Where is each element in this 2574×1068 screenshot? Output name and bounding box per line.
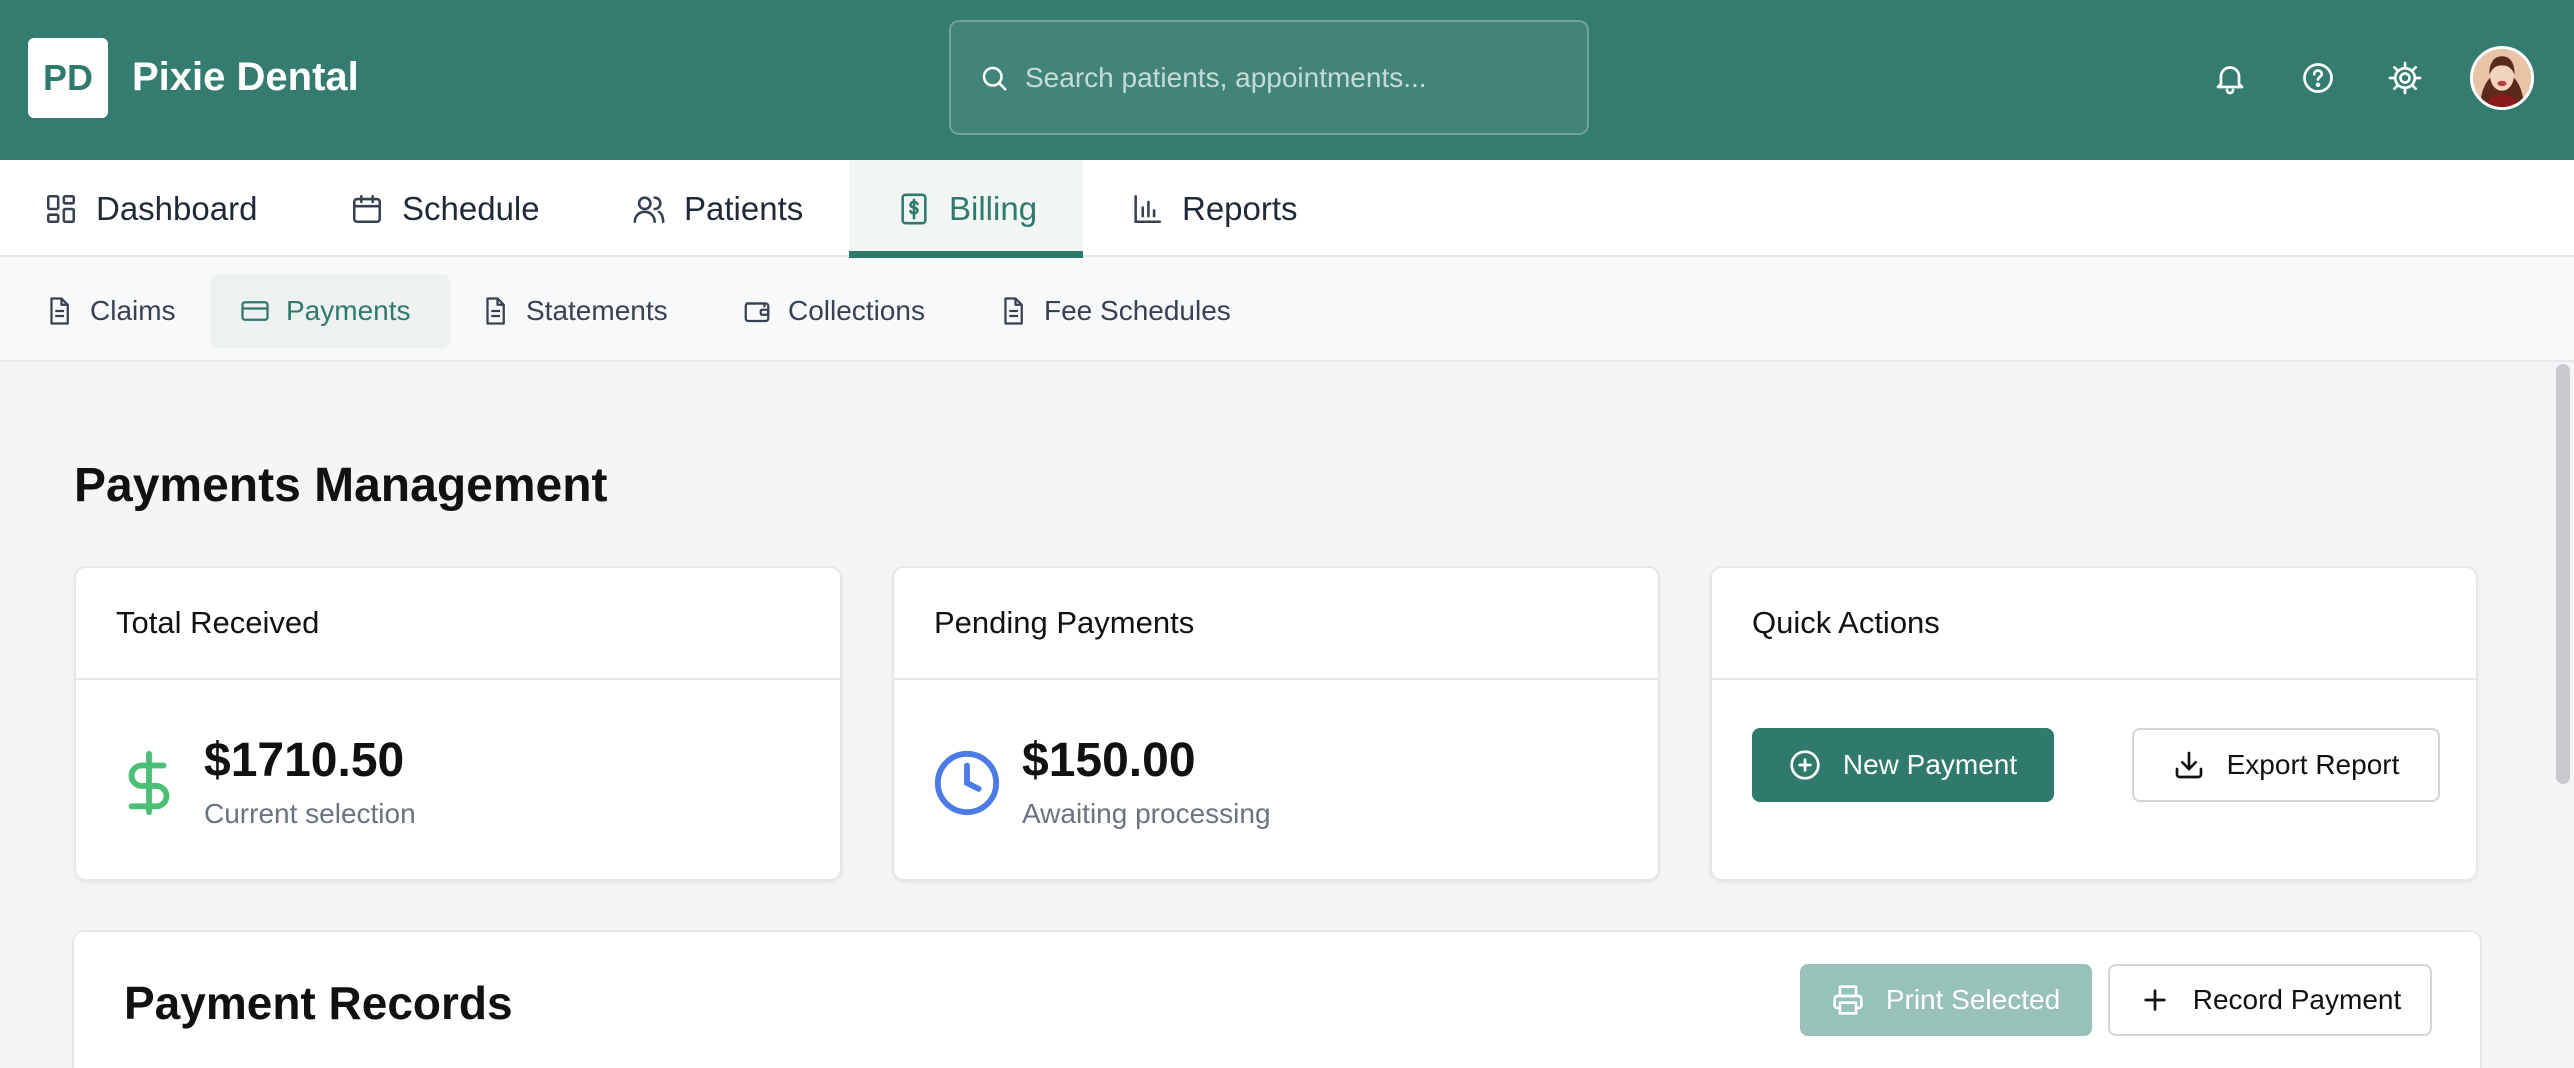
pending-payments-card: Pending Payments $150.00 Awaiting proces… <box>892 566 1660 881</box>
pending-payments-value: $150.00 <box>1022 734 1196 787</box>
tab-schedule[interactable]: Schedule <box>350 160 540 257</box>
subtab-label: Collections <box>788 295 925 326</box>
card-heading: Total Received <box>76 568 840 680</box>
subtab-label: Statements <box>526 295 668 326</box>
dashboard-icon <box>46 194 76 223</box>
subtab-collections[interactable]: Collections <box>712 274 955 348</box>
tab-label: Patients <box>684 189 804 227</box>
main-nav: Dashboard Schedule Patients Billing Repo… <box>0 160 2574 259</box>
card-heading: Pending Payments <box>894 568 1658 680</box>
record-payment-button[interactable]: Record Payment <box>2108 964 2432 1036</box>
new-payment-button[interactable]: New Payment <box>1752 728 2054 802</box>
document-icon <box>486 297 505 325</box>
subtab-label: Fee Schedules <box>1044 295 1231 326</box>
calendar-icon <box>352 194 382 223</box>
quick-actions-card: Quick Actions New Payment Export Report <box>1710 566 2478 881</box>
payment-records-title: Payment Records <box>124 977 513 1029</box>
wallet-icon <box>744 302 770 323</box>
tab-label: Billing <box>949 189 1038 227</box>
users-icon <box>633 195 665 223</box>
search-placeholder: Search patients, appointments... <box>1025 61 1427 93</box>
plus-icon <box>2144 989 2166 1011</box>
plus-circle-icon <box>1790 750 1820 780</box>
page-title: Payments Management <box>74 459 608 512</box>
tab-reports[interactable]: Reports <box>1130 160 1298 257</box>
button-label: New Payment <box>1842 749 2018 780</box>
print-selected-button[interactable]: Print Selected <box>1800 964 2092 1036</box>
receipt-dollar-icon <box>901 193 927 224</box>
search-icon <box>982 66 1007 90</box>
total-received-subtitle: Current selection <box>204 798 416 829</box>
app-logo[interactable]: PD <box>28 38 108 118</box>
total-received-card: Total Received $1710.50 Current selectio… <box>74 566 842 881</box>
tab-patients[interactable]: Patients <box>632 160 803 257</box>
tab-label: Dashboard <box>96 189 258 227</box>
dollar-icon <box>128 750 170 816</box>
subtab-payments[interactable]: Payments <box>210 274 450 348</box>
card-heading: Quick Actions <box>1712 568 2476 680</box>
printer-icon <box>1833 985 1863 1015</box>
user-avatar[interactable] <box>2470 46 2534 110</box>
subtab-claims[interactable]: Claims <box>14 274 206 348</box>
bell-icon[interactable] <box>2212 60 2248 96</box>
document-icon <box>50 297 69 325</box>
tab-dashboard[interactable]: Dashboard <box>44 160 257 257</box>
total-received-value: $1710.50 <box>204 734 405 787</box>
tab-label: Schedule <box>402 189 540 227</box>
settings-icon[interactable] <box>2387 60 2423 96</box>
credit-card-icon <box>241 301 269 321</box>
bar-chart-icon <box>1134 194 1162 223</box>
app-title: Pixie Dental <box>132 55 359 99</box>
button-label: Record Payment <box>2192 984 2402 1015</box>
help-icon[interactable] <box>2300 60 2336 96</box>
search-input[interactable]: Search patients, appointments... <box>949 20 1589 135</box>
top-header: PD Pixie Dental Search patients, appoint… <box>0 0 2574 160</box>
page-scrollbar[interactable] <box>2556 364 2570 784</box>
subtab-label: Payments <box>286 295 411 326</box>
export-report-button[interactable]: Export Report <box>2132 728 2440 802</box>
button-label: Print Selected <box>1885 984 2061 1015</box>
button-label: Export Report <box>2226 749 2400 780</box>
tab-label: Reports <box>1182 189 1298 227</box>
sub-nav: Claims Payments Statements Collections F… <box>0 258 2574 362</box>
subtab-statements[interactable]: Statements <box>450 274 698 348</box>
pending-payments-subtitle: Awaiting processing <box>1022 798 1271 829</box>
tab-billing[interactable]: Billing <box>849 160 1083 259</box>
subtab-label: Claims <box>90 295 176 326</box>
download-icon <box>2175 751 2202 779</box>
document-icon <box>1004 297 1023 325</box>
clock-icon <box>934 750 1000 816</box>
subtab-fee-schedules[interactable]: Fee Schedules <box>968 274 1261 348</box>
avatar-image <box>2473 49 2531 107</box>
payment-records-panel: Payment Records Print Selected Record Pa… <box>72 930 2482 1068</box>
